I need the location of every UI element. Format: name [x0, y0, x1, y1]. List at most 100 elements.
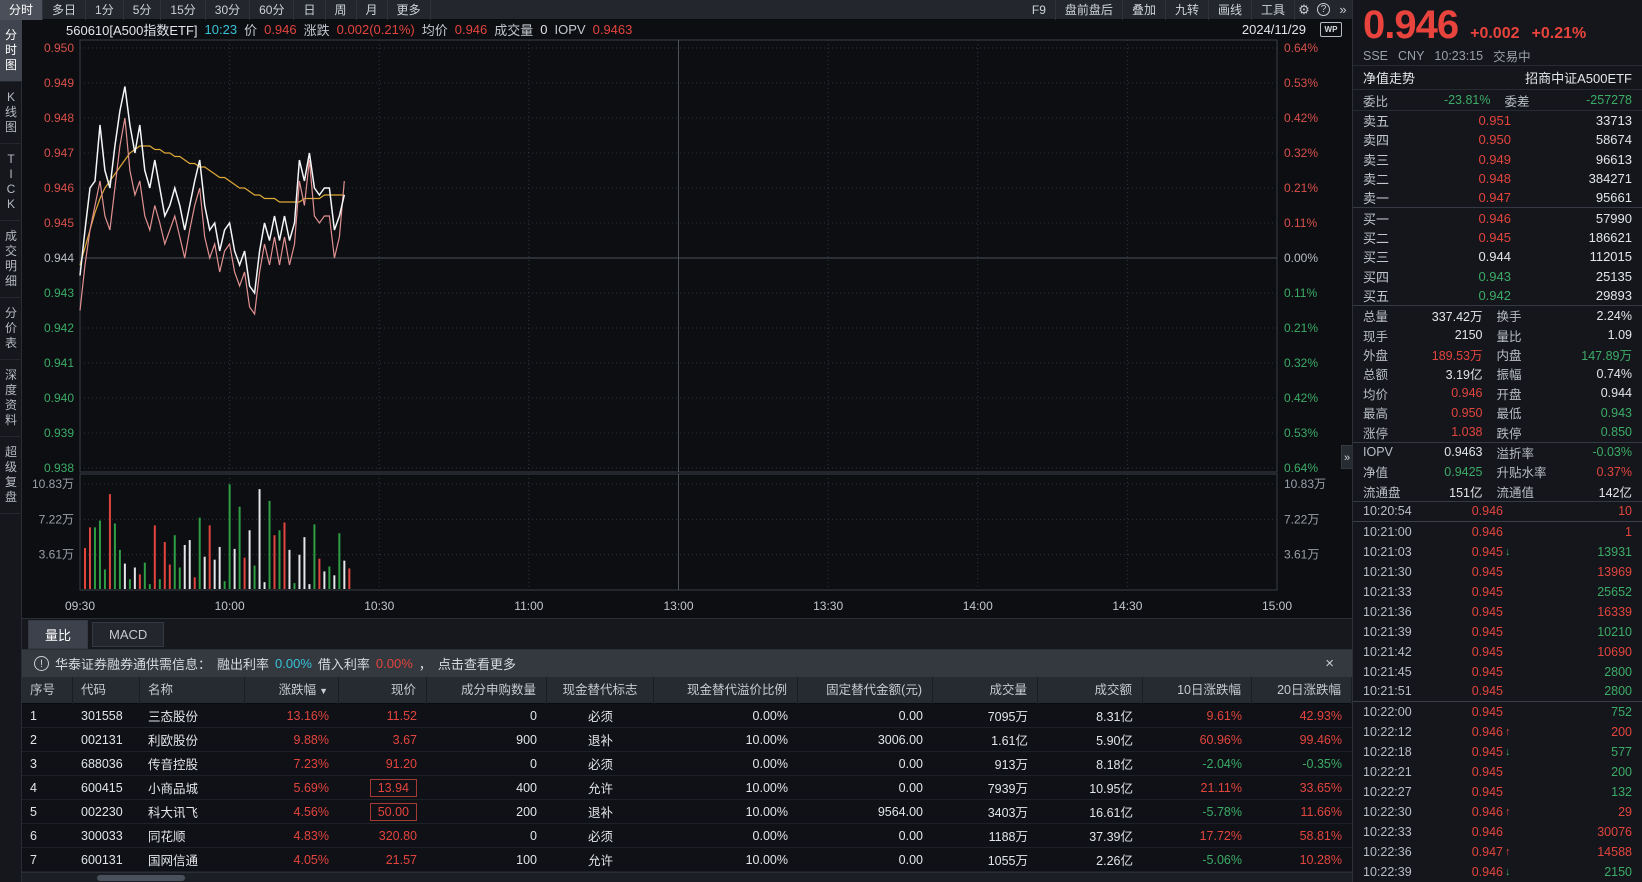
sidebar-item-TICK[interactable]: T I C K: [0, 144, 22, 221]
table-cell: 200: [427, 805, 547, 819]
table-row[interactable]: 4600415小商品城5.69%13.94400允许10.00%0.007939…: [22, 776, 1352, 800]
gear-icon[interactable]: ⚙: [1295, 0, 1313, 20]
table-cell: 10.00%: [654, 805, 798, 819]
sidebar-item-成交明细[interactable]: 成 交 明 细: [0, 221, 22, 298]
column-header-序号[interactable]: 序号: [22, 677, 73, 704]
menu-item-叠加[interactable]: 叠加: [1123, 0, 1166, 20]
more-menu-icon[interactable]: »: [1334, 0, 1352, 20]
menu-tab-周[interactable]: 周: [326, 0, 357, 20]
iopv-block: IOPV0.9463溢折率-0.03%净值0.9425升贴水率0.37%流通盘1…: [1353, 443, 1642, 501]
sidebar-item-超级复盘[interactable]: 超 级 复 盘: [0, 437, 22, 514]
price-change-pct: +0.21%: [1532, 25, 1587, 43]
close-icon[interactable]: ×: [1325, 655, 1334, 672]
table-cell: 3403万: [933, 802, 1038, 821]
table-cell: 400: [427, 781, 547, 795]
menu-item-盘前盘后[interactable]: 盘前盘后: [1056, 0, 1123, 20]
table-row[interactable]: 7600131国网信通4.05%21.57100允许10.00%0.001055…: [22, 848, 1352, 872]
nav-trend-label[interactable]: 净值走势: [1363, 68, 1415, 87]
tick-row: 10:21:000.9461: [1353, 522, 1642, 542]
axis-label: 0.943: [44, 286, 74, 300]
column-header-现价[interactable]: 现价: [339, 677, 427, 704]
market-info-3: 交易中: [1493, 46, 1531, 65]
axis-label: 0.53%: [1284, 76, 1318, 90]
bid-row-买二[interactable]: 买二0.945186621: [1353, 228, 1642, 247]
wp-window-icon[interactable]: WP: [1320, 22, 1342, 37]
menu-tab-60分[interactable]: 60分: [250, 0, 294, 20]
tick-volume: 132: [1517, 785, 1632, 799]
bid-row-买五[interactable]: 买五0.94229893: [1353, 286, 1642, 305]
indicator-tab-MACD[interactable]: MACD: [92, 622, 164, 647]
tick-row: 10:21:420.94510690: [1353, 642, 1642, 662]
column-header-20日涨跌幅[interactable]: 20日涨跌幅: [1252, 677, 1352, 704]
table-row[interactable]: 5002230科大讯飞4.56%50.00200退补10.00%9564.003…: [22, 800, 1352, 824]
ask-row-卖四[interactable]: 卖四0.95058674: [1353, 130, 1642, 149]
table-cell: 002131: [73, 733, 140, 747]
menu-tab-分时[interactable]: 分时: [0, 0, 43, 20]
table-row[interactable]: 6300033同花顺4.83%320.800必须0.00%0.001188万37…: [22, 824, 1352, 848]
menu-tab-日[interactable]: 日: [294, 0, 325, 20]
menu-tab-15分[interactable]: 15分: [161, 0, 205, 20]
menu-item-工具[interactable]: 工具: [1252, 0, 1295, 20]
column-header-涨跌幅[interactable]: 涨跌幅▼: [245, 677, 339, 704]
table-cell: 必须: [547, 826, 654, 845]
ask-row-卖三[interactable]: 卖三0.94996613: [1353, 150, 1642, 169]
ask-levels: 卖五0.95133713卖四0.95058674卖三0.94996613卖二0.…: [1353, 111, 1642, 207]
table-row[interactable]: 2002131利欧股份9.88%3.67900退补10.00%3006.001.…: [22, 728, 1352, 752]
column-header-现金替代溢价比例[interactable]: 现金替代溢价比例: [654, 677, 798, 704]
scrollbar-thumb[interactable]: [97, 875, 185, 881]
help-icon[interactable]: ?: [1317, 3, 1330, 16]
column-header-现金替代标志[interactable]: 现金替代标志: [547, 677, 654, 704]
column-header-成交量[interactable]: 成交量: [933, 677, 1038, 704]
sidebar-item-分时图[interactable]: 分 时 图: [0, 20, 22, 82]
menu-item-F9[interactable]: F9: [1023, 0, 1056, 20]
tick-volume: 14588: [1517, 845, 1632, 859]
sidebar-item-K线图[interactable]: K 线 图: [0, 82, 22, 144]
menu-item-画线[interactable]: 画线: [1209, 0, 1252, 20]
tick-price: 0.946: [1425, 725, 1503, 739]
stat-label: 流通值: [1497, 482, 1559, 501]
horizontal-scrollbar[interactable]: [22, 872, 1352, 882]
stat-value: 2150: [1409, 328, 1483, 342]
tick-time: 10:21:03: [1363, 545, 1425, 559]
notice-rate1-value: 0.00%: [275, 656, 312, 671]
notice-bar[interactable]: ! 华泰证券融券通供需信息： 融出利率 0.00% 借入利率 0.00% ， 点…: [22, 650, 1352, 677]
sidebar-item-深度资料[interactable]: 深 度 资 料: [0, 360, 22, 437]
column-header-名称[interactable]: 名称: [140, 677, 245, 704]
tick-time: 10:22:27: [1363, 785, 1425, 799]
menu-tab-多日[interactable]: 多日: [43, 0, 86, 20]
axis-label: 0.945: [44, 216, 74, 230]
stat-value: 151亿: [1409, 482, 1483, 501]
notice-text: 华泰证券融券通供需信息：: [55, 654, 211, 673]
menu-tab-30分[interactable]: 30分: [206, 0, 250, 20]
column-header-固定替代金额(元)[interactable]: 固定替代金额(元): [798, 677, 933, 704]
menu-tab-1分[interactable]: 1分: [86, 0, 124, 20]
axis-label: 0.938: [44, 461, 74, 475]
ask-row-卖五[interactable]: 卖五0.95133713: [1353, 111, 1642, 130]
menu-tab-月[interactable]: 月: [357, 0, 388, 20]
panel-collapse-handle[interactable]: »: [1341, 445, 1352, 469]
axis-label: 0.00%: [1284, 251, 1318, 265]
bid-row-买三[interactable]: 买三0.944112015: [1353, 247, 1642, 266]
bid-row-买四[interactable]: 买四0.94325135: [1353, 266, 1642, 285]
menu-tab-5分[interactable]: 5分: [124, 0, 162, 20]
axis-label: 0.42%: [1284, 111, 1318, 125]
table-cell: 0: [427, 829, 547, 843]
bid-row-买一[interactable]: 买一0.94657990: [1353, 208, 1642, 227]
notice-more-link[interactable]: 点击查看更多: [438, 654, 516, 673]
table-row[interactable]: 1301558三态股份13.16%11.520必须0.00%0.007095万8…: [22, 704, 1352, 728]
column-header-代码[interactable]: 代码: [73, 677, 140, 704]
ask-row-卖二[interactable]: 卖二0.948384271: [1353, 169, 1642, 188]
tick-time: 10:22:30: [1363, 805, 1425, 819]
indicator-tab-量比[interactable]: 量比: [28, 620, 88, 649]
menu-tab-更多[interactable]: 更多: [388, 0, 431, 20]
axis-label: 0.53%: [1284, 426, 1318, 440]
column-header-成交额[interactable]: 成交额: [1038, 677, 1143, 704]
menu-item-九转[interactable]: 九转: [1166, 0, 1209, 20]
table-row[interactable]: 3688036传音控股7.23%91.200必须0.00%0.00913万8.1…: [22, 752, 1352, 776]
stat-label: 开盘: [1497, 384, 1559, 403]
ask-row-卖一[interactable]: 卖一0.94795661: [1353, 188, 1642, 207]
column-header-成分申购数量[interactable]: 成分申购数量: [427, 677, 547, 704]
tick-time: 10:21:51: [1363, 684, 1425, 698]
sidebar-item-分价表[interactable]: 分 价 表: [0, 298, 22, 360]
column-header-10日涨跌幅[interactable]: 10日涨跌幅: [1143, 677, 1252, 704]
